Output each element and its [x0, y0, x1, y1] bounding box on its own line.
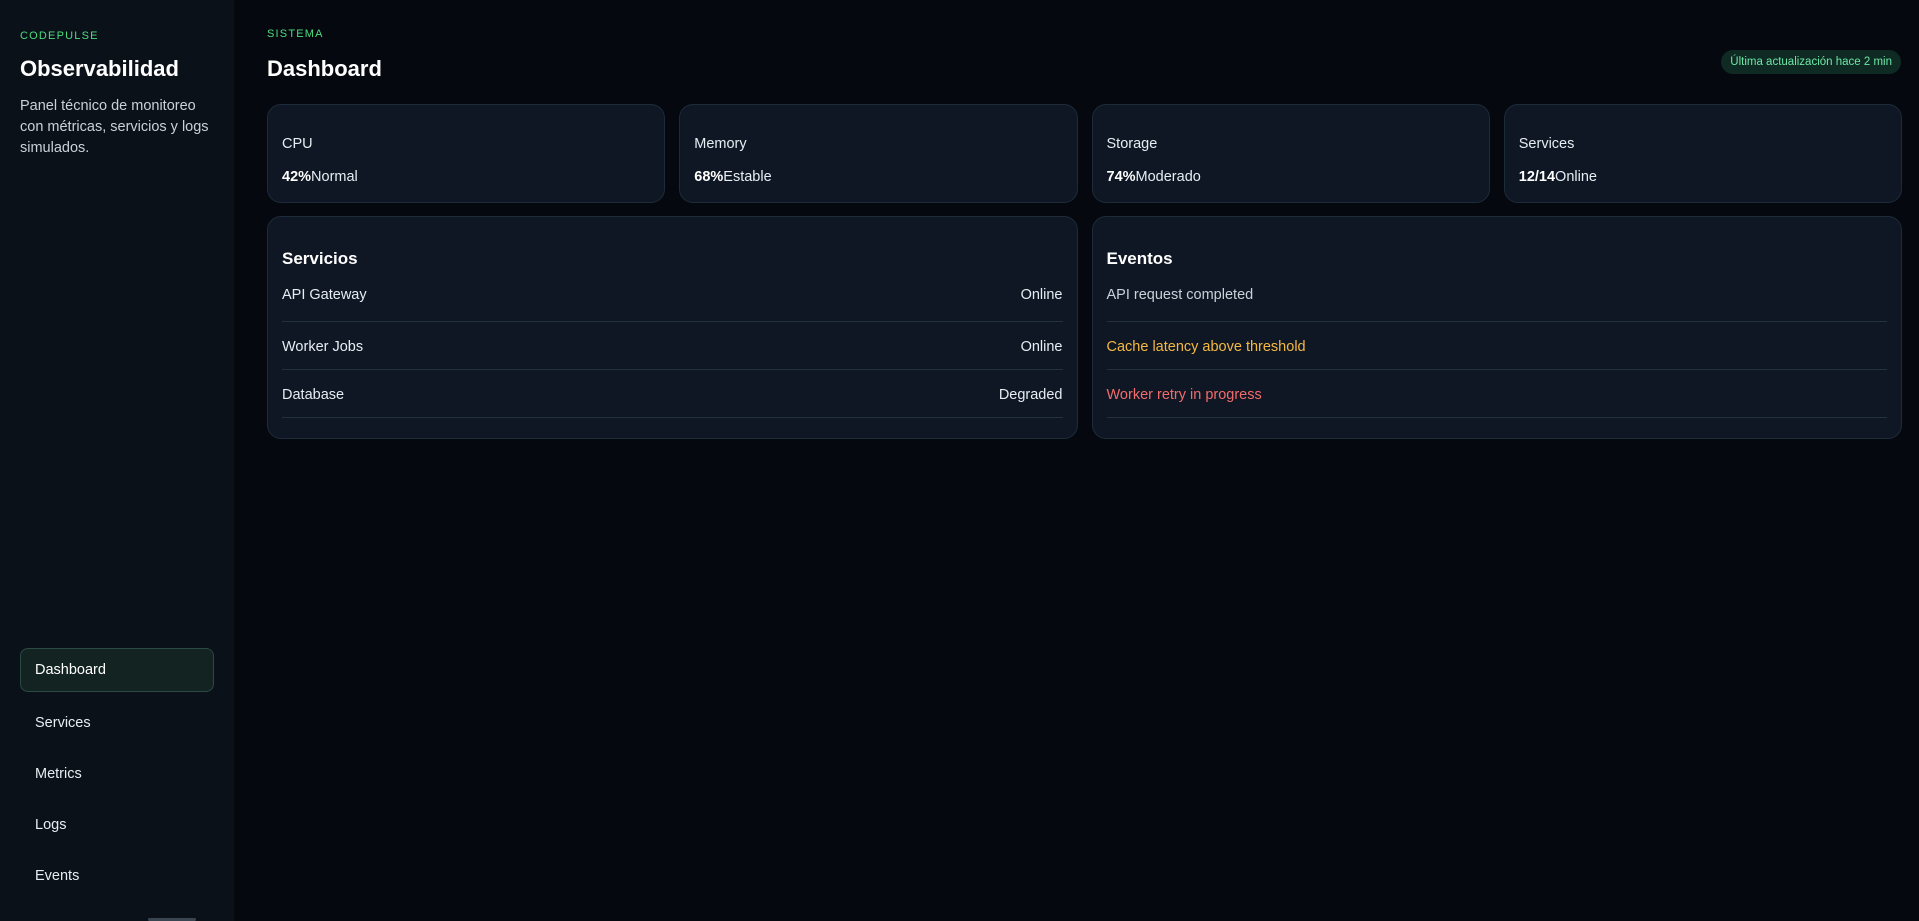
sidebar-item-dashboard[interactable]: Dashboard — [20, 648, 214, 692]
metric-card-cpu: CPU 42%Normal — [267, 104, 666, 203]
sidebar-nav: Dashboard Services Metrics Logs Events — [20, 648, 214, 905]
metric-card-value-row: 12/14Online — [1519, 169, 1887, 185]
metric-card-label: CPU — [282, 136, 313, 152]
brand-title: Observabilidad — [20, 56, 179, 81]
metric-card-storage: Storage 74%Moderado — [1091, 104, 1490, 203]
service-row: Worker Jobs Online — [282, 322, 1063, 370]
event-text: Cache latency above threshold — [1106, 338, 1306, 355]
service-name: Worker Jobs — [282, 338, 364, 355]
page-title: Dashboard — [267, 56, 382, 81]
sidebar-item-services[interactable]: Services — [20, 701, 214, 745]
brand-kicker: CODEPULSE — [20, 30, 99, 42]
sidebar: CODEPULSE Observabilidad Panel técnico d… — [0, 0, 234, 921]
metric-card-services: Services 12/14Online — [1503, 104, 1902, 203]
main-content: SISTEMA Dashboard Última actualización h… — [234, 0, 1919, 921]
service-row: API Gateway Online — [282, 283, 1063, 322]
event-text: Worker retry in progress — [1106, 386, 1262, 403]
events-panel: Eventos API request completed Cache late… — [1091, 216, 1902, 439]
metric-card-value: 42% — [282, 169, 312, 185]
event-row: Cache latency above threshold — [1106, 322, 1887, 370]
metric-card-status: Online — [1555, 169, 1597, 185]
services-panel-title: Servicios — [282, 249, 358, 268]
sidebar-item-events[interactable]: Events — [20, 854, 214, 898]
brand-description: Panel técnico de monitoreo con métricas,… — [20, 98, 209, 156]
sidebar-item-logs[interactable]: Logs — [20, 803, 214, 847]
events-list: API request completed Cache latency abov… — [1106, 283, 1887, 418]
service-name: Database — [282, 386, 345, 403]
detail-panels: Servicios API Gateway Online Worker Jobs… — [267, 216, 1902, 439]
events-panel-title: Eventos — [1106, 249, 1173, 268]
last-update-badge: Última actualización hace 2 min — [1721, 50, 1901, 74]
service-status: Online — [1020, 287, 1063, 303]
metric-card-value: 68% — [694, 169, 724, 185]
services-list: API Gateway Online Worker Jobs Online Da… — [282, 283, 1063, 418]
service-name: API Gateway — [282, 287, 367, 303]
metric-card-value-row: 42%Normal — [282, 169, 650, 185]
metric-card-value-row: 68%Estable — [694, 169, 1062, 185]
app-root: CODEPULSE Observabilidad Panel técnico d… — [0, 0, 1919, 921]
event-row: Worker retry in progress — [1106, 370, 1887, 418]
event-text: API request completed — [1106, 287, 1254, 303]
metric-card-value: 12/14 — [1518, 169, 1556, 185]
event-row: API request completed — [1106, 283, 1887, 322]
metric-cards: CPU 42%Normal Memory 68%Estable Storage … — [267, 104, 1902, 203]
metric-card-label: Services — [1518, 136, 1575, 152]
metric-card-value: 74% — [1106, 169, 1136, 185]
metric-card-label: Storage — [1106, 136, 1158, 152]
service-status: Online — [1020, 338, 1063, 355]
services-panel: Servicios API Gateway Online Worker Jobs… — [267, 216, 1078, 439]
metric-card-status: Normal — [311, 169, 358, 185]
metric-card-label: Memory — [694, 136, 747, 152]
service-row: Database Degraded — [282, 370, 1063, 418]
metric-card-memory: Memory 68%Estable — [679, 104, 1078, 203]
metric-card-status: Estable — [723, 169, 772, 185]
service-status: Degraded — [998, 386, 1063, 403]
metric-card-status: Moderado — [1135, 169, 1201, 185]
sidebar-item-metrics[interactable]: Metrics — [20, 752, 214, 796]
metric-card-value-row: 74%Moderado — [1107, 169, 1475, 185]
section-kicker: SISTEMA — [267, 28, 324, 40]
